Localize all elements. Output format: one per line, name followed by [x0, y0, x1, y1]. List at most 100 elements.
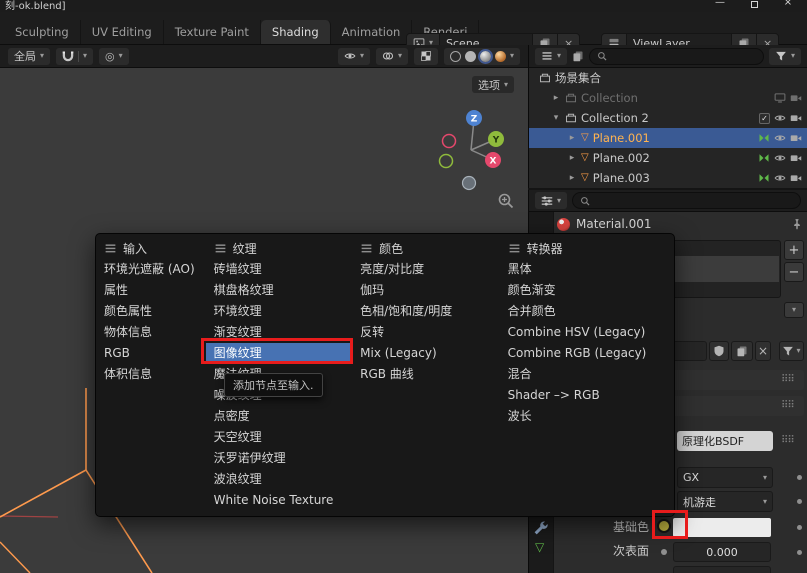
slot-specials-dropdown[interactable]: ▾: [784, 302, 804, 318]
tab-sculpting[interactable]: Sculpting: [4, 20, 81, 44]
outliner-row-scene-collection[interactable]: 场景集合: [529, 68, 807, 88]
tab-shading[interactable]: Shading: [261, 20, 331, 44]
xray-toggle[interactable]: [414, 48, 438, 65]
subsurface-value-field[interactable]: 0.000: [673, 542, 771, 562]
navigation-gizmo[interactable]: Z Y X: [430, 105, 515, 197]
menu-item[interactable]: 伽玛: [352, 280, 499, 301]
menu-item[interactable]: Combine RGB (Legacy): [500, 343, 674, 364]
menu-item[interactable]: 波长: [500, 406, 674, 427]
grip-handle-icon[interactable]: ⠿⠿: [781, 435, 794, 446]
hide-eye-icon[interactable]: [774, 112, 786, 124]
wireframe-shading-button[interactable]: [450, 51, 461, 62]
expand-icon[interactable]: ▸: [567, 153, 577, 163]
object-data-tab-icon[interactable]: ▽: [535, 540, 544, 554]
menu-item[interactable]: 黑体: [500, 259, 674, 280]
menu-item[interactable]: 渐变纹理: [206, 322, 353, 343]
menu-item[interactable]: 亮度/对比度: [352, 259, 499, 280]
add-slot-button[interactable]: +: [784, 240, 804, 260]
menu-item[interactable]: 反转: [352, 322, 499, 343]
base-color-socket-dot[interactable]: [657, 519, 671, 533]
menu-item[interactable]: Mix (Legacy): [352, 343, 499, 364]
menu-item[interactable]: 点密度: [206, 406, 353, 427]
disable-render-icon[interactable]: [790, 152, 802, 164]
new-material-button[interactable]: [731, 341, 753, 361]
menu-item[interactable]: 环境光遮蔽 (AO): [96, 259, 206, 280]
remove-slot-button[interactable]: −: [784, 262, 804, 282]
menu-item[interactable]: RGB 曲线: [352, 364, 499, 385]
expand-icon[interactable]: ▸: [567, 133, 577, 143]
material-filter-dropdown[interactable]: ▾: [779, 341, 804, 361]
editor-type-dropdown[interactable]: ▾: [535, 192, 567, 209]
subsurface-socket-dot[interactable]: [661, 549, 667, 555]
menu-item[interactable]: 体积信息: [96, 364, 206, 385]
menu-item[interactable]: 混合: [500, 364, 674, 385]
grip-handle-icon[interactable]: ⠿⠿: [781, 400, 794, 411]
menu-item[interactable]: 环境纹理: [206, 301, 353, 322]
disable-render-icon[interactable]: [790, 112, 802, 124]
outliner-row-plane-003[interactable]: ▸ ▽ Plane.003: [529, 168, 807, 188]
outliner-row-collection[interactable]: ▸ Collection: [529, 88, 807, 108]
pin-icon[interactable]: [791, 218, 803, 230]
disable-render-icon[interactable]: [790, 132, 802, 144]
menu-item[interactable]: White Noise Texture: [206, 490, 353, 511]
menu-item[interactable]: 颜色渐变: [500, 280, 674, 301]
distribution-dropdown[interactable]: GX ▾: [677, 467, 773, 488]
menu-item[interactable]: 砖墙纹理: [206, 259, 353, 280]
disable-viewport-icon[interactable]: [774, 92, 786, 104]
overlays-dropdown[interactable]: ▾: [376, 48, 408, 65]
outliner-row-collection-2[interactable]: ▾ Collection 2 ✓: [529, 108, 807, 128]
outliner-filter-dropdown[interactable]: ▾: [769, 48, 801, 65]
minimize-button[interactable]: —: [705, 0, 735, 8]
hide-eye-icon[interactable]: [774, 152, 786, 164]
close-button[interactable]: ×: [773, 0, 803, 8]
menu-item[interactable]: 属性: [96, 280, 206, 301]
unlink-material-button[interactable]: ×: [755, 341, 771, 361]
maximize-button[interactable]: [739, 1, 769, 11]
disable-render-icon[interactable]: [790, 172, 802, 184]
outliner-row-plane-002[interactable]: ▸ ▽ Plane.002: [529, 148, 807, 168]
snap-controls[interactable]: ▾: [56, 48, 93, 65]
fake-user-shield-button[interactable]: [709, 341, 729, 361]
subsurface-method-dropdown[interactable]: 机游走 ▾: [677, 491, 773, 512]
menu-item[interactable]: Combine HSV (Legacy): [500, 322, 674, 343]
menu-item[interactable]: 沃罗诺伊纹理: [206, 448, 353, 469]
hide-eye-icon[interactable]: [774, 132, 786, 144]
menu-item[interactable]: 色相/饱和度/明度: [352, 301, 499, 322]
collapse-icon[interactable]: ▾: [551, 113, 561, 123]
outliner-row-plane-001[interactable]: ▸ ▽ Plane.001: [529, 128, 807, 148]
expand-icon[interactable]: ▸: [567, 173, 577, 183]
menu-item[interactable]: 颜色属性: [96, 301, 206, 322]
tab-texture-paint[interactable]: Texture Paint: [164, 20, 261, 44]
solid-shading-button[interactable]: [465, 51, 476, 62]
animate-decorator[interactable]: [797, 550, 802, 555]
disable-render-icon[interactable]: [790, 92, 802, 104]
menu-item[interactable]: 物体信息: [96, 322, 206, 343]
tab-animation[interactable]: Animation: [331, 20, 413, 44]
surface-node-field[interactable]: 原理化BSDF: [677, 431, 773, 451]
menu-item[interactable]: 波浪纹理: [206, 469, 353, 490]
animate-decorator[interactable]: [797, 499, 802, 504]
menu-item[interactable]: 合并颜色: [500, 301, 674, 322]
menu-item[interactable]: 图像纹理: [206, 343, 353, 364]
gizmo-neg-y[interactable]: [440, 155, 453, 168]
tool-options-dropdown[interactable]: 选项 ▾: [472, 76, 514, 93]
gizmo-neg-z[interactable]: [463, 177, 476, 190]
menu-item[interactable]: Shader –> RGB: [500, 385, 674, 406]
exclude-checkbox[interactable]: ✓: [759, 113, 770, 124]
outliner-display-mode-dropdown[interactable]: ▾: [535, 48, 567, 65]
material-preview-button[interactable]: [480, 51, 491, 62]
grip-handle-icon[interactable]: ⠿⠿: [781, 374, 794, 385]
outliner-new-collection-button[interactable]: [572, 50, 584, 62]
rendered-shading-button[interactable]: [495, 51, 506, 62]
base-color-swatch[interactable]: [673, 518, 771, 537]
animate-decorator[interactable]: [797, 525, 802, 530]
properties-search-input[interactable]: [572, 192, 801, 209]
menu-item[interactable]: 棋盘格纹理: [206, 280, 353, 301]
outliner-search-input[interactable]: [589, 48, 764, 65]
expand-icon[interactable]: ▸: [551, 93, 561, 103]
animate-decorator[interactable]: [797, 475, 802, 480]
transform-orientation-dropdown[interactable]: 全局 ▾: [8, 48, 50, 65]
menu-item[interactable]: 天空纹理: [206, 427, 353, 448]
visibility-dropdown[interactable]: ▾: [338, 48, 370, 65]
next-property-field[interactable]: [673, 566, 771, 573]
